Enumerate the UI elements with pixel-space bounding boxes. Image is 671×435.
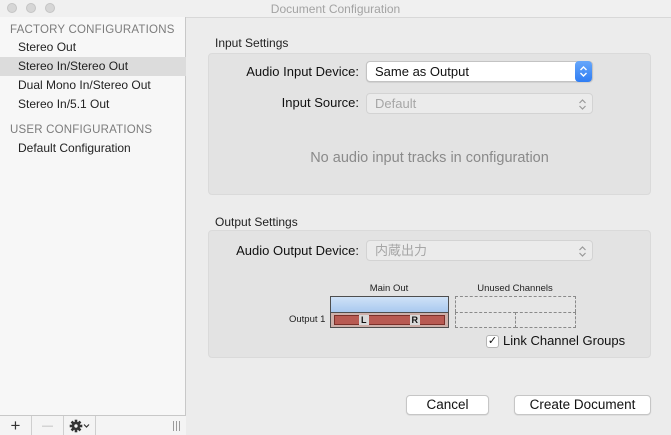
sidebar-toolbar: + — — [0, 415, 186, 435]
minus-icon: — — [42, 419, 53, 432]
user-configurations-header: USER CONFIGURATIONS — [10, 124, 153, 136]
cancel-button[interactable]: Cancel — [406, 395, 489, 415]
window-title: Document Configuration — [270, 2, 401, 16]
output-1-row-label: Output 1 — [289, 314, 326, 325]
no-input-tracks-message: No audio input tracks in configuration — [310, 150, 549, 166]
resize-handle[interactable] — [173, 421, 180, 431]
updown-arrows-icon — [575, 61, 592, 82]
updown-arrows-icon — [575, 95, 589, 113]
checkmark-icon: ✓ — [487, 335, 498, 347]
audio-input-device-label: Audio Input Device: — [246, 64, 359, 79]
input-settings-title: Input Settings — [215, 36, 289, 50]
gear-icon — [69, 419, 89, 432]
sidebar-item-stereo-in-stereo-out[interactable]: Stereo In/Stereo Out — [0, 57, 186, 76]
factory-configurations-header: FACTORY CONFIGURATIONS — [10, 24, 175, 36]
right-channel-label: R — [409, 315, 420, 325]
input-source-label: Input Source: — [281, 95, 359, 110]
audio-input-device-popup[interactable]: Same as Output — [366, 61, 593, 82]
sidebar-item-stereo-in-5-1-out[interactable]: Stereo In/5.1 Out — [0, 95, 186, 114]
output-settings-title: Output Settings — [215, 215, 298, 229]
output-1-unused-cell-a[interactable] — [455, 312, 516, 328]
plus-icon: + — [10, 416, 21, 435]
audio-input-device-value: Same as Output — [375, 64, 469, 79]
output-1-unused-cell-b[interactable] — [515, 312, 576, 328]
input-source-value: Default — [375, 96, 417, 111]
unused-channels-header-cell[interactable] — [455, 296, 576, 312]
action-menu-button[interactable] — [64, 416, 96, 435]
configuration-sidebar: FACTORY CONFIGURATIONS Stereo Out Stereo… — [0, 17, 186, 435]
audio-output-device-popup[interactable]: 内蔵出力 — [366, 240, 593, 261]
output-1-main-out-cell[interactable]: L R — [330, 312, 449, 328]
sidebar-item-stereo-out[interactable]: Stereo Out — [0, 38, 186, 57]
main-out-header-cell[interactable] — [330, 296, 449, 312]
create-document-button[interactable]: Create Document — [514, 395, 651, 415]
add-configuration-button[interactable]: + — [0, 416, 32, 435]
remove-configuration-button[interactable]: — — [32, 416, 64, 435]
updown-arrows-icon — [575, 242, 589, 260]
audio-output-device-label: Audio Output Device: — [236, 243, 359, 258]
link-channel-groups-checkbox[interactable]: ✓ — [486, 335, 499, 348]
document-configuration-window: Document Configuration FACTORY CONFIGURA… — [0, 0, 671, 435]
title-bar: Document Configuration — [0, 0, 671, 18]
audio-output-device-value: 内蔵出力 — [375, 243, 428, 258]
sidebar-item-default-configuration[interactable]: Default Configuration — [0, 139, 186, 158]
link-channel-groups-label: Link Channel Groups — [503, 333, 626, 348]
main-out-column-header: Main Out — [369, 283, 409, 294]
input-source-popup[interactable]: Default — [366, 93, 593, 114]
sidebar-item-dual-mono-in-stereo-out[interactable]: Dual Mono In/Stereo Out — [0, 76, 186, 95]
stereo-channel-pair[interactable]: L R — [334, 315, 445, 325]
unused-channels-column-header: Unused Channels — [477, 283, 553, 294]
left-channel-label: L — [359, 315, 369, 325]
